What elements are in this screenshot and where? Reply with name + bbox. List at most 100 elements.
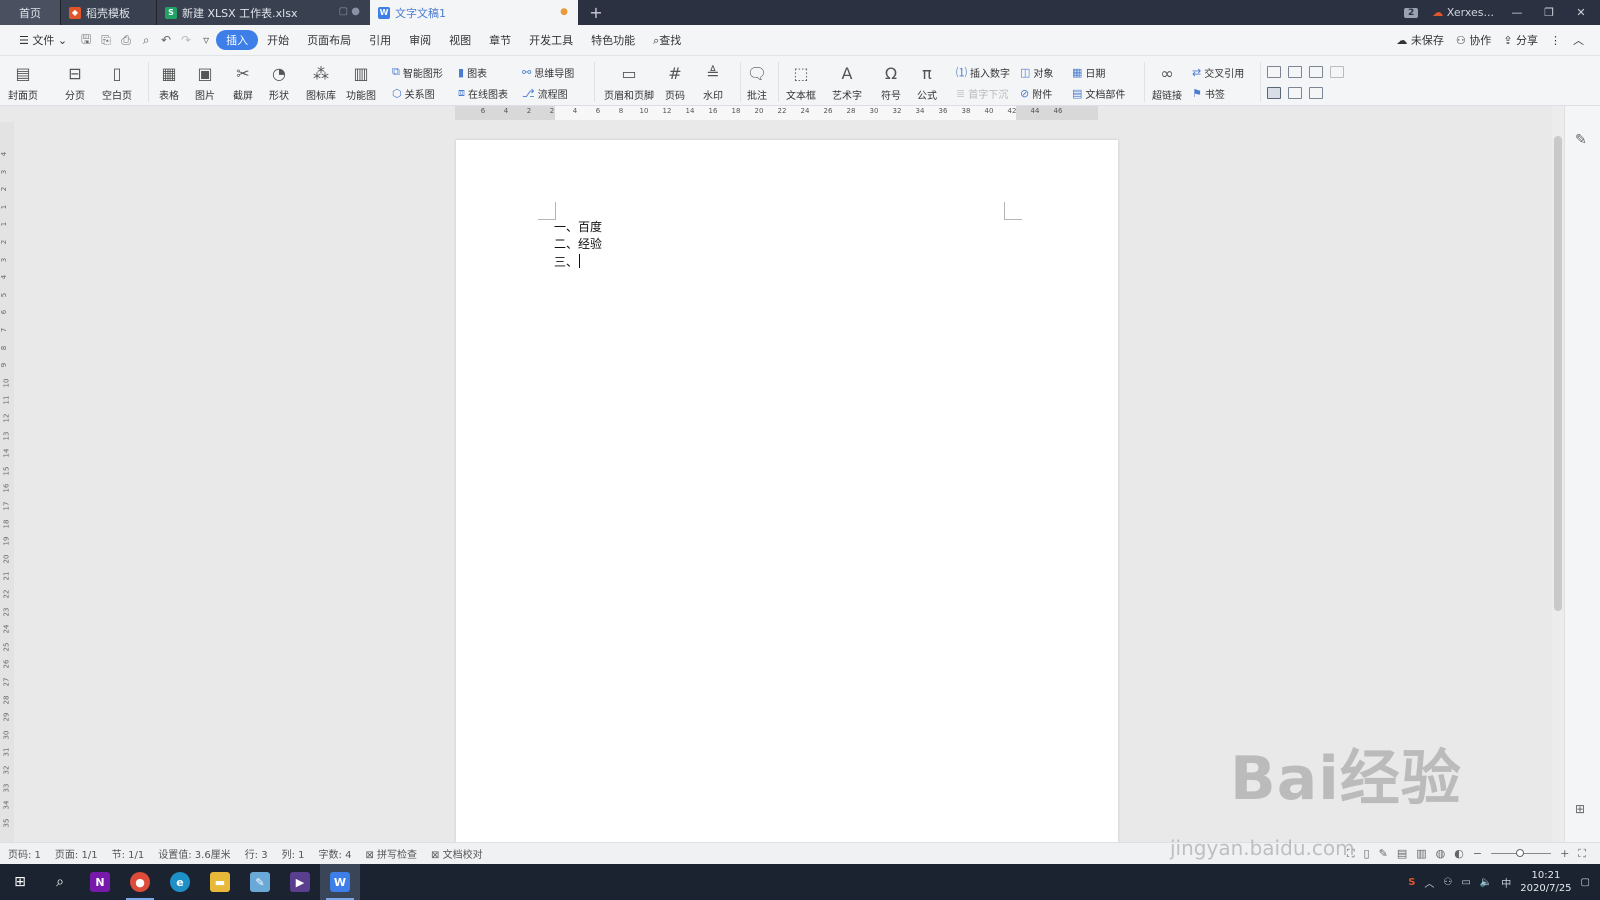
art-text-button[interactable]: A 艺术字 — [832, 62, 862, 103]
more-icon[interactable]: ⋮ — [1550, 34, 1561, 47]
new-tab-button[interactable]: + — [578, 0, 614, 25]
people-icon[interactable]: ⚇ — [1443, 877, 1452, 888]
read-mode-icon[interactable]: ▯ — [1364, 847, 1370, 860]
document-line[interactable]: 一、百度 — [554, 219, 602, 236]
window-count-badge[interactable]: 2 — [1404, 7, 1419, 18]
unsaved-dot-icon[interactable]: ● — [560, 7, 568, 17]
zoom-slider[interactable] — [1491, 849, 1552, 857]
relation-chart-button[interactable]: ⬡ 关系图 — [392, 84, 435, 102]
grid-icon[interactable]: ⊞ — [1575, 802, 1585, 816]
status-setting[interactable]: 设置值: 3.6厘米 — [158, 846, 230, 861]
menu-tab-insert[interactable]: 插入 — [216, 30, 259, 50]
ime-indicator[interactable]: 中 — [1501, 875, 1511, 890]
status-words[interactable]: 字数: 4 — [319, 846, 352, 861]
menu-tab-page-layout[interactable]: 页面布局 — [298, 32, 360, 48]
share-button[interactable]: ⇪ 分享 — [1503, 32, 1538, 48]
taskbar-notepad[interactable]: ✎ — [240, 864, 280, 900]
taskbar-onenote[interactable]: N — [80, 864, 120, 900]
layout-icon-5[interactable] — [1267, 87, 1281, 99]
chart-button[interactable]: ▮ 图表 — [458, 63, 487, 81]
header-footer-button[interactable]: ▭ 页眉和页脚 — [604, 62, 654, 103]
tab-docer-templates[interactable]: ◆ 稻壳模板 — [60, 0, 156, 25]
fit-window-icon[interactable]: ⛶ — [1578, 847, 1586, 861]
mindmap-button[interactable]: ⚯ 思维导图 — [522, 63, 574, 81]
shape-button[interactable]: ◔ 形状 — [268, 62, 290, 103]
fullscreen-icon[interactable]: ⛶ — [1347, 847, 1355, 861]
screenshot-button[interactable]: ✂ 截屏 — [232, 62, 254, 103]
tray-expand-icon[interactable]: ︿ — [1424, 875, 1434, 890]
menu-tab-references[interactable]: 引用 — [360, 32, 400, 48]
layout-icon-3[interactable] — [1309, 66, 1323, 78]
collab-button[interactable]: ⚇ 协作 — [1456, 32, 1491, 48]
formula-button[interactable]: π 公式 — [916, 62, 938, 103]
table-button[interactable]: ▦ 表格 — [158, 62, 180, 103]
date-button[interactable]: ▦ 日期 — [1072, 63, 1105, 81]
menu-tab-review[interactable]: 审阅 — [400, 32, 440, 48]
menu-tab-section[interactable]: 章节 — [480, 32, 520, 48]
symbol-button[interactable]: Ω 符号 — [880, 62, 902, 103]
blank-page-button[interactable]: ▯ 空白页 — [102, 62, 132, 103]
taskbar-explorer[interactable]: ▬ — [200, 864, 240, 900]
print-preview-icon[interactable]: ⌕ — [136, 33, 156, 48]
flowchart-button[interactable]: ⎇ 流程图 — [522, 84, 568, 102]
zoom-out-icon[interactable]: − — [1473, 847, 1482, 860]
volume-icon[interactable]: 🔈 — [1480, 877, 1492, 888]
horizontal-ruler[interactable]: 6 4 2 2 4 6 8 10 12 14 16 18 20 22 24 26 28 30 32 34 36 38 40 4… — [0, 106, 1552, 122]
document-line-current[interactable]: 三、 — [554, 254, 581, 271]
document-line[interactable]: 二、经验 — [554, 236, 602, 253]
tab-document[interactable]: W 文字文稿1 ● — [370, 0, 578, 25]
watermark-button[interactable]: ≜ 水印 — [702, 62, 724, 103]
taskbar-media[interactable]: ▶ — [280, 864, 320, 900]
taskbar-search-button[interactable]: ⌕ — [40, 864, 80, 900]
vertical-ruler[interactable]: 4 3 2 1 1 2 3 4 5 6 7 8 9 10 11 12 13 14 15 16 17 18 19 20 21 22 2… — [0, 122, 14, 842]
document-page[interactable]: 一、百度 二、经验 三、 — [456, 140, 1118, 842]
eye-care-icon[interactable]: ◐ — [1454, 847, 1464, 860]
cross-reference-button[interactable]: ⇄ 交叉引用 — [1192, 63, 1244, 81]
save-icon[interactable]: 🖫 — [76, 30, 96, 51]
icon-library-button[interactable]: ⁂ 图标库 — [306, 62, 336, 103]
proofread-toggle[interactable]: ⊠ 文档校对 — [431, 846, 483, 861]
menu-tab-home[interactable]: 开始 — [258, 32, 298, 48]
unsaved-status[interactable]: ☁ 未保存 — [1396, 32, 1444, 48]
file-menu[interactable]: ☰ 文件 ⌄ — [10, 32, 76, 48]
search-button[interactable]: ⌕查找 — [644, 32, 690, 48]
attachment-button[interactable]: ⊘ 附件 — [1020, 84, 1052, 102]
start-button[interactable]: ⊞ — [0, 864, 40, 900]
spellcheck-toggle[interactable]: ⊠ 拼写检查 — [365, 846, 417, 861]
save-as-icon[interactable]: ⎘ — [96, 33, 116, 48]
taskbar-edge[interactable]: e — [160, 864, 200, 900]
vertical-scrollbar[interactable] — [1552, 106, 1564, 842]
menu-tab-view[interactable]: 视图 — [440, 32, 480, 48]
insert-number-button[interactable]: ⑴ 插入数字 — [956, 63, 1010, 81]
restore-button[interactable]: ❐ — [1540, 6, 1558, 19]
print-icon[interactable]: ⎙ — [116, 33, 136, 48]
status-col[interactable]: 列: 1 — [282, 846, 305, 861]
collapse-ribbon-icon[interactable]: ︿ — [1573, 32, 1584, 48]
layout-icon-4[interactable] — [1330, 66, 1344, 78]
layout-icon-7[interactable] — [1309, 87, 1323, 99]
picture-button[interactable]: ▣ 图片 — [194, 62, 216, 103]
menu-tab-developer[interactable]: 开发工具 — [520, 32, 582, 48]
status-page-number[interactable]: 页码: 1 — [8, 846, 41, 861]
page-view-icon[interactable]: ▤ — [1397, 847, 1407, 860]
smartart-button[interactable]: ⧉ 智能图形 — [392, 63, 443, 81]
web-view-icon[interactable]: ◍ — [1436, 847, 1446, 860]
undo-icon[interactable]: ↶ — [156, 33, 176, 47]
layout-icon-2[interactable] — [1288, 66, 1302, 78]
minimize-button[interactable]: — — [1508, 6, 1526, 19]
drop-cap-button[interactable]: ≣ 首字下沉 — [956, 84, 1008, 102]
menu-tab-special[interactable]: 特色功能 — [582, 32, 644, 48]
layout-icon-1[interactable] — [1267, 66, 1281, 78]
clock[interactable]: 10:21 2020/7/25 — [1520, 869, 1571, 895]
tab-home[interactable]: 首页 — [0, 0, 60, 25]
customize-quick-access-icon[interactable]: ▿ — [196, 33, 216, 47]
taskbar-chrome[interactable]: ● — [120, 864, 160, 900]
status-section[interactable]: 节: 1/1 — [112, 846, 145, 861]
status-pages[interactable]: 页面: 1/1 — [55, 846, 98, 861]
pen-icon[interactable]: ✎ — [1575, 132, 1587, 148]
function-chart-button[interactable]: ▥ 功能图 — [346, 62, 376, 103]
close-button[interactable]: ✕ — [1572, 6, 1590, 19]
online-chart-button[interactable]: ⧈ 在线图表 — [458, 84, 508, 102]
user-account[interactable]: ☁ Xerxes... — [1432, 6, 1494, 19]
layout-icon-6[interactable] — [1288, 87, 1302, 99]
